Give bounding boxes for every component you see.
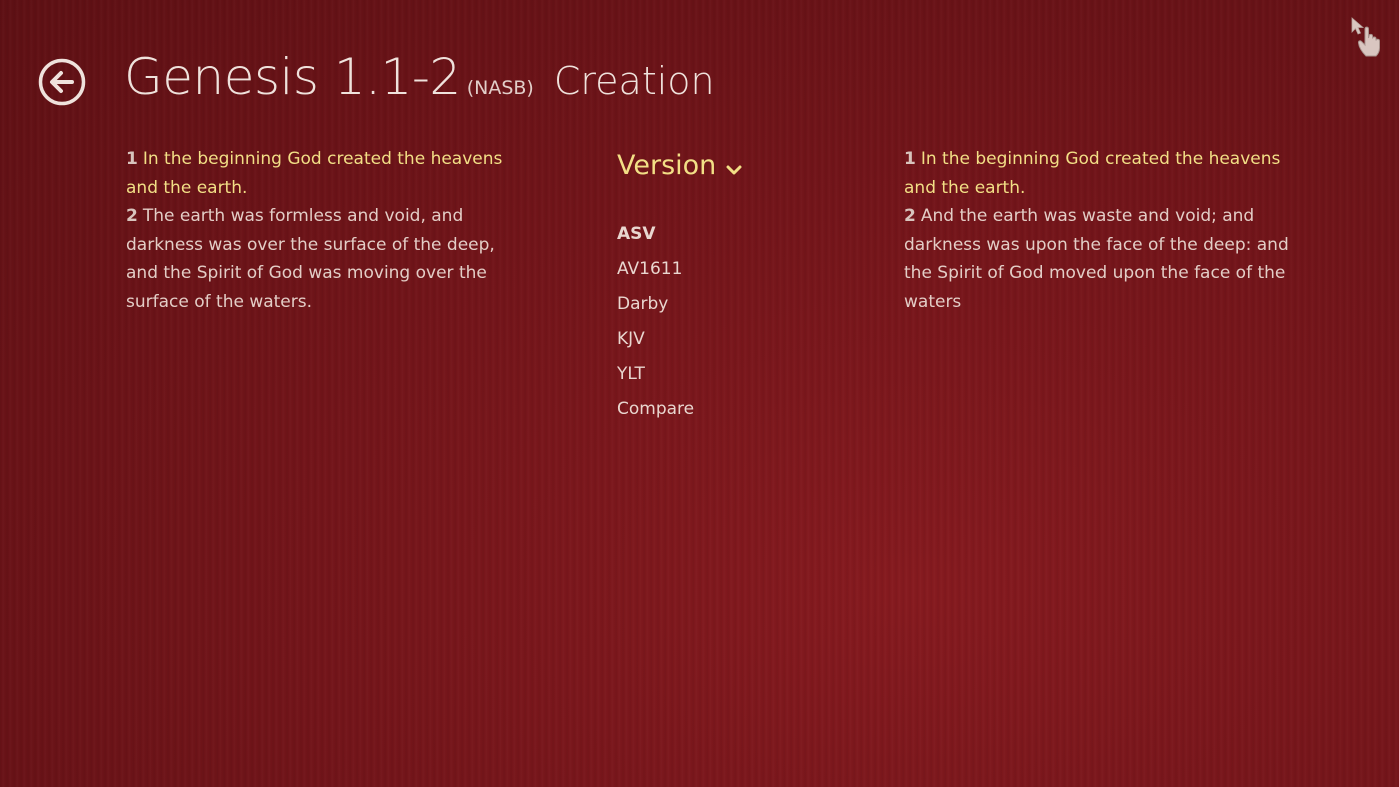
primary-passage: 1 In the beginning God created the heaven…: [126, 145, 526, 316]
verse-number: 2: [126, 206, 138, 226]
verse-number: 1: [126, 149, 138, 169]
translation-abbrev: (NASB): [466, 77, 534, 99]
version-dropdown-toggle[interactable]: Version: [617, 145, 817, 185]
verse: 1 In the beginning God created the heaven…: [904, 149, 1280, 198]
verse: 2 And the earth was waste and void; and d…: [904, 206, 1289, 312]
verse-text: The earth was formless and void, and dar…: [126, 206, 495, 312]
verse: 1 In the beginning God created the heaven…: [126, 149, 502, 198]
chevron-down-icon: [726, 152, 742, 183]
version-item-ylt[interactable]: YLT: [617, 357, 817, 392]
comparison-passage: 1 In the beginning God created the heaven…: [904, 145, 1314, 316]
back-arrow-circle-icon: [38, 58, 86, 106]
verse-text: In the beginning God created the heavens…: [126, 149, 503, 198]
hand-pointer-icon: [1350, 16, 1390, 60]
passage-reference: Genesis 1.1-2: [124, 48, 461, 106]
verse-text: And the earth was waste and void; and da…: [904, 206, 1289, 312]
version-list: ASV AV1611 Darby KJV YLT Compare: [617, 217, 817, 427]
app-window: Genesis 1.1-2 (NASB) Creation 1 In the begi…: [0, 0, 1399, 787]
page-title: Genesis 1.1-2 (NASB) Creation: [124, 48, 715, 106]
version-selector: Version ASV AV1611 Darby KJV YLT Compare: [617, 145, 817, 427]
verse-number: 1: [904, 149, 916, 169]
version-item-asv[interactable]: ASV: [617, 217, 817, 252]
version-item-av1611[interactable]: AV1611: [617, 252, 817, 287]
verse-number: 2: [904, 206, 916, 226]
version-label: Version: [617, 149, 717, 181]
version-item-kjv[interactable]: KJV: [617, 322, 817, 357]
verse: 2 The earth was formless and void, and da…: [126, 206, 495, 312]
version-item-compare[interactable]: Compare: [617, 392, 817, 427]
section-title: Creation: [553, 59, 715, 103]
verse-text: In the beginning God created the heavens…: [904, 149, 1281, 198]
back-button[interactable]: [38, 58, 86, 106]
version-item-darby[interactable]: Darby: [617, 287, 817, 322]
